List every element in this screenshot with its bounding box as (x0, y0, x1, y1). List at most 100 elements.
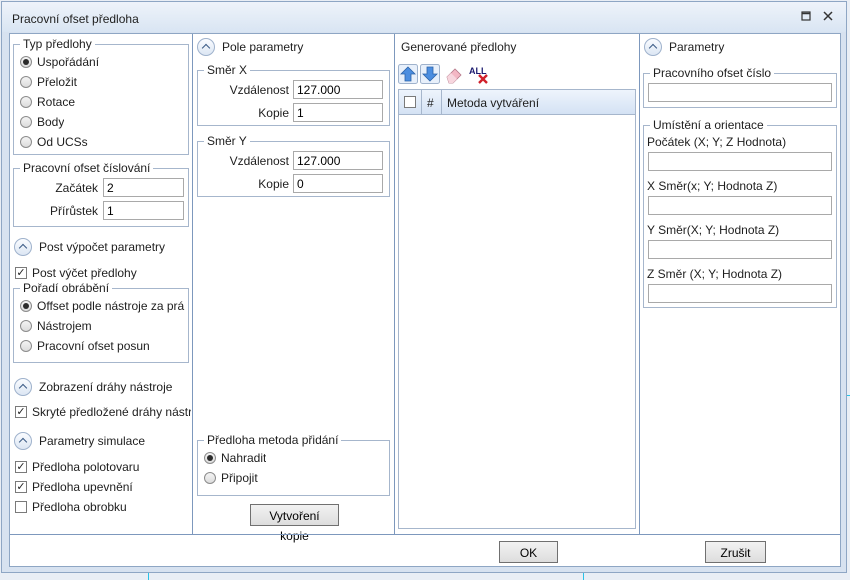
stock-pattern-checkbox[interactable]: ✓ Předloha polotovaru (15, 459, 139, 475)
radio-indicator[interactable] (20, 76, 32, 88)
create-copy-button[interactable]: Vytvoření kopie (250, 504, 339, 543)
radio-indicator[interactable] (20, 320, 32, 332)
direction-y-group: Směr Y Vzdálenost Kopie (197, 134, 390, 197)
move-down-icon[interactable] (420, 64, 440, 84)
radio-rotace[interactable]: Rotace (20, 94, 75, 110)
patterns-grid[interactable]: # Metoda vytváření (398, 89, 636, 529)
numbering-legend: Pracovní ofset číslování (23, 161, 151, 175)
checkbox-box[interactable]: ✓ (15, 481, 27, 493)
radio-offset-by-tool[interactable]: Offset podle nástroje za prá (20, 298, 186, 314)
array-params-header[interactable]: Pole parametry (197, 38, 303, 56)
z-direction-label: Z Směr (X; Y; Hodnota Z) (647, 267, 783, 281)
placement-legend: Umístění a orientace (653, 118, 764, 132)
y-direction-input[interactable] (648, 240, 832, 259)
ok-button[interactable]: OK (499, 541, 558, 563)
checkbox-box[interactable]: ✓ (15, 267, 27, 279)
start-input[interactable] (103, 178, 184, 197)
title-bar[interactable]: Pracovní ofset předloha (2, 2, 846, 32)
offset-number-group: Pracovního ofset číslo (643, 66, 837, 108)
radio-usporadani[interactable]: Uspořádání (20, 54, 99, 70)
step-label: Přírůstek (49, 204, 98, 218)
copies-label: Kopie (258, 177, 289, 191)
parameters-header[interactable]: Parametry (644, 38, 724, 56)
radio-indicator[interactable] (20, 56, 32, 68)
radio-indicator[interactable] (204, 472, 216, 484)
y-distance-input[interactable] (293, 151, 383, 170)
collapse-icon[interactable] (197, 38, 215, 56)
all-label: ALL (469, 66, 487, 76)
checkbox-box[interactable]: ✓ (15, 406, 27, 418)
radio-od-ucss[interactable]: Od UCSs (20, 134, 88, 150)
close-icon[interactable] (820, 10, 836, 24)
copies-label: Kopie (258, 106, 289, 120)
radio-offset-shift[interactable]: Pracovní ofset posun (20, 338, 150, 354)
direction-y-legend: Směr Y (207, 134, 247, 148)
fixture-pattern-checkbox[interactable]: ✓ Předloha upevnění (15, 479, 133, 495)
collapse-icon[interactable] (14, 378, 32, 396)
eraser-icon[interactable] (444, 64, 464, 84)
radio-indicator[interactable] (20, 300, 32, 312)
select-all-checkbox[interactable] (404, 96, 416, 108)
dialog-footer: OK Zrušit (10, 534, 840, 566)
part-pattern-checkbox[interactable]: Předloha obrobku (15, 499, 127, 515)
collapse-icon[interactable] (644, 38, 662, 56)
collapse-icon[interactable] (14, 238, 32, 256)
radio-body[interactable]: Body (20, 114, 64, 130)
radio-by-tool[interactable]: Nástrojem (20, 318, 92, 334)
hide-toolpaths-checkbox[interactable]: ✓ Skryté předložené dráhy nástr (15, 404, 191, 420)
y-copies-input[interactable] (293, 174, 383, 193)
numbering-group: Pracovní ofset číslování Začátek Přírůst… (13, 161, 189, 227)
column-array-params: Pole parametry Směr X Vzdálenost Kopie S… (193, 34, 395, 543)
x-direction-input[interactable] (648, 196, 832, 215)
dialog-window: Pracovní ofset předloha Typ předlohy Usp… (1, 1, 847, 573)
pattern-type-group: Typ předlohy Uspořádání Přeložit Rotace … (13, 37, 189, 155)
radio-indicator[interactable] (20, 136, 32, 148)
col-method: Metoda vytváření (447, 96, 540, 110)
x-copies-input[interactable] (293, 103, 383, 122)
distance-label: Vzdálenost (229, 154, 289, 168)
grid-divider (441, 90, 442, 114)
z-direction-input[interactable] (648, 284, 832, 303)
offset-number-legend: Pracovního ofset číslo (653, 66, 772, 80)
offset-number-input[interactable] (648, 83, 832, 102)
radio-indicator[interactable] (204, 452, 216, 464)
machining-order-group: Pořadí obrábění Offset podle nástroje za… (13, 281, 189, 363)
pattern-type-legend: Typ předlohy (23, 37, 92, 51)
radio-replace[interactable]: Nahradit (204, 450, 266, 466)
window-title: Pracovní ofset předloha (12, 12, 139, 26)
column-pattern-type: Typ předlohy Uspořádání Přeložit Rotace … (10, 34, 193, 534)
machining-order-legend: Pořadí obrábění (23, 281, 110, 295)
move-up-icon[interactable] (398, 64, 418, 84)
column-generated-patterns: Generované předlohy ALL # Metoda vytváře… (395, 34, 640, 534)
placement-group: Umístění a orientace Počátek (X; Y; Z Ho… (643, 118, 837, 308)
direction-x-legend: Směr X (207, 63, 248, 77)
add-method-legend: Předloha metoda přidání (207, 433, 339, 447)
generated-patterns-title: Generované předlohy (401, 40, 517, 54)
checkbox-box[interactable] (15, 501, 27, 513)
radio-append[interactable]: Připojit (204, 470, 258, 486)
grid-divider (421, 90, 422, 114)
post-enum-checkbox[interactable]: ✓ Post výčet předlohy (15, 265, 137, 281)
radio-prelozit[interactable]: Přeložit (20, 74, 77, 90)
radio-indicator[interactable] (20, 96, 32, 108)
cancel-button[interactable]: Zrušit (705, 541, 766, 563)
add-method-group: Předloha metoda přidání Nahradit Připoji… (197, 433, 390, 496)
checkbox-box[interactable]: ✓ (15, 461, 27, 473)
collapse-icon[interactable] (14, 432, 32, 450)
start-label: Začátek (55, 181, 98, 195)
restore-icon[interactable] (798, 10, 814, 24)
grid-header: # Metoda vytváření (399, 90, 635, 115)
col-hash: # (427, 96, 434, 110)
toolpath-display-header[interactable]: Zobrazení dráhy nástroje (14, 378, 172, 396)
origin-input[interactable] (648, 152, 832, 171)
simulation-params-header[interactable]: Parametry simulace (14, 432, 145, 450)
step-input[interactable] (103, 201, 184, 220)
radio-indicator[interactable] (20, 116, 32, 128)
dialog-content: Typ předlohy Uspořádání Přeložit Rotace … (9, 33, 841, 567)
radio-indicator[interactable] (20, 340, 32, 352)
delete-all-icon[interactable]: ALL (468, 64, 488, 84)
x-distance-input[interactable] (293, 80, 383, 99)
background-line (148, 572, 149, 580)
post-params-header[interactable]: Post výpočet parametry (14, 238, 165, 256)
y-direction-label: Y Směr(X; Y; Hodnota Z) (647, 223, 780, 237)
